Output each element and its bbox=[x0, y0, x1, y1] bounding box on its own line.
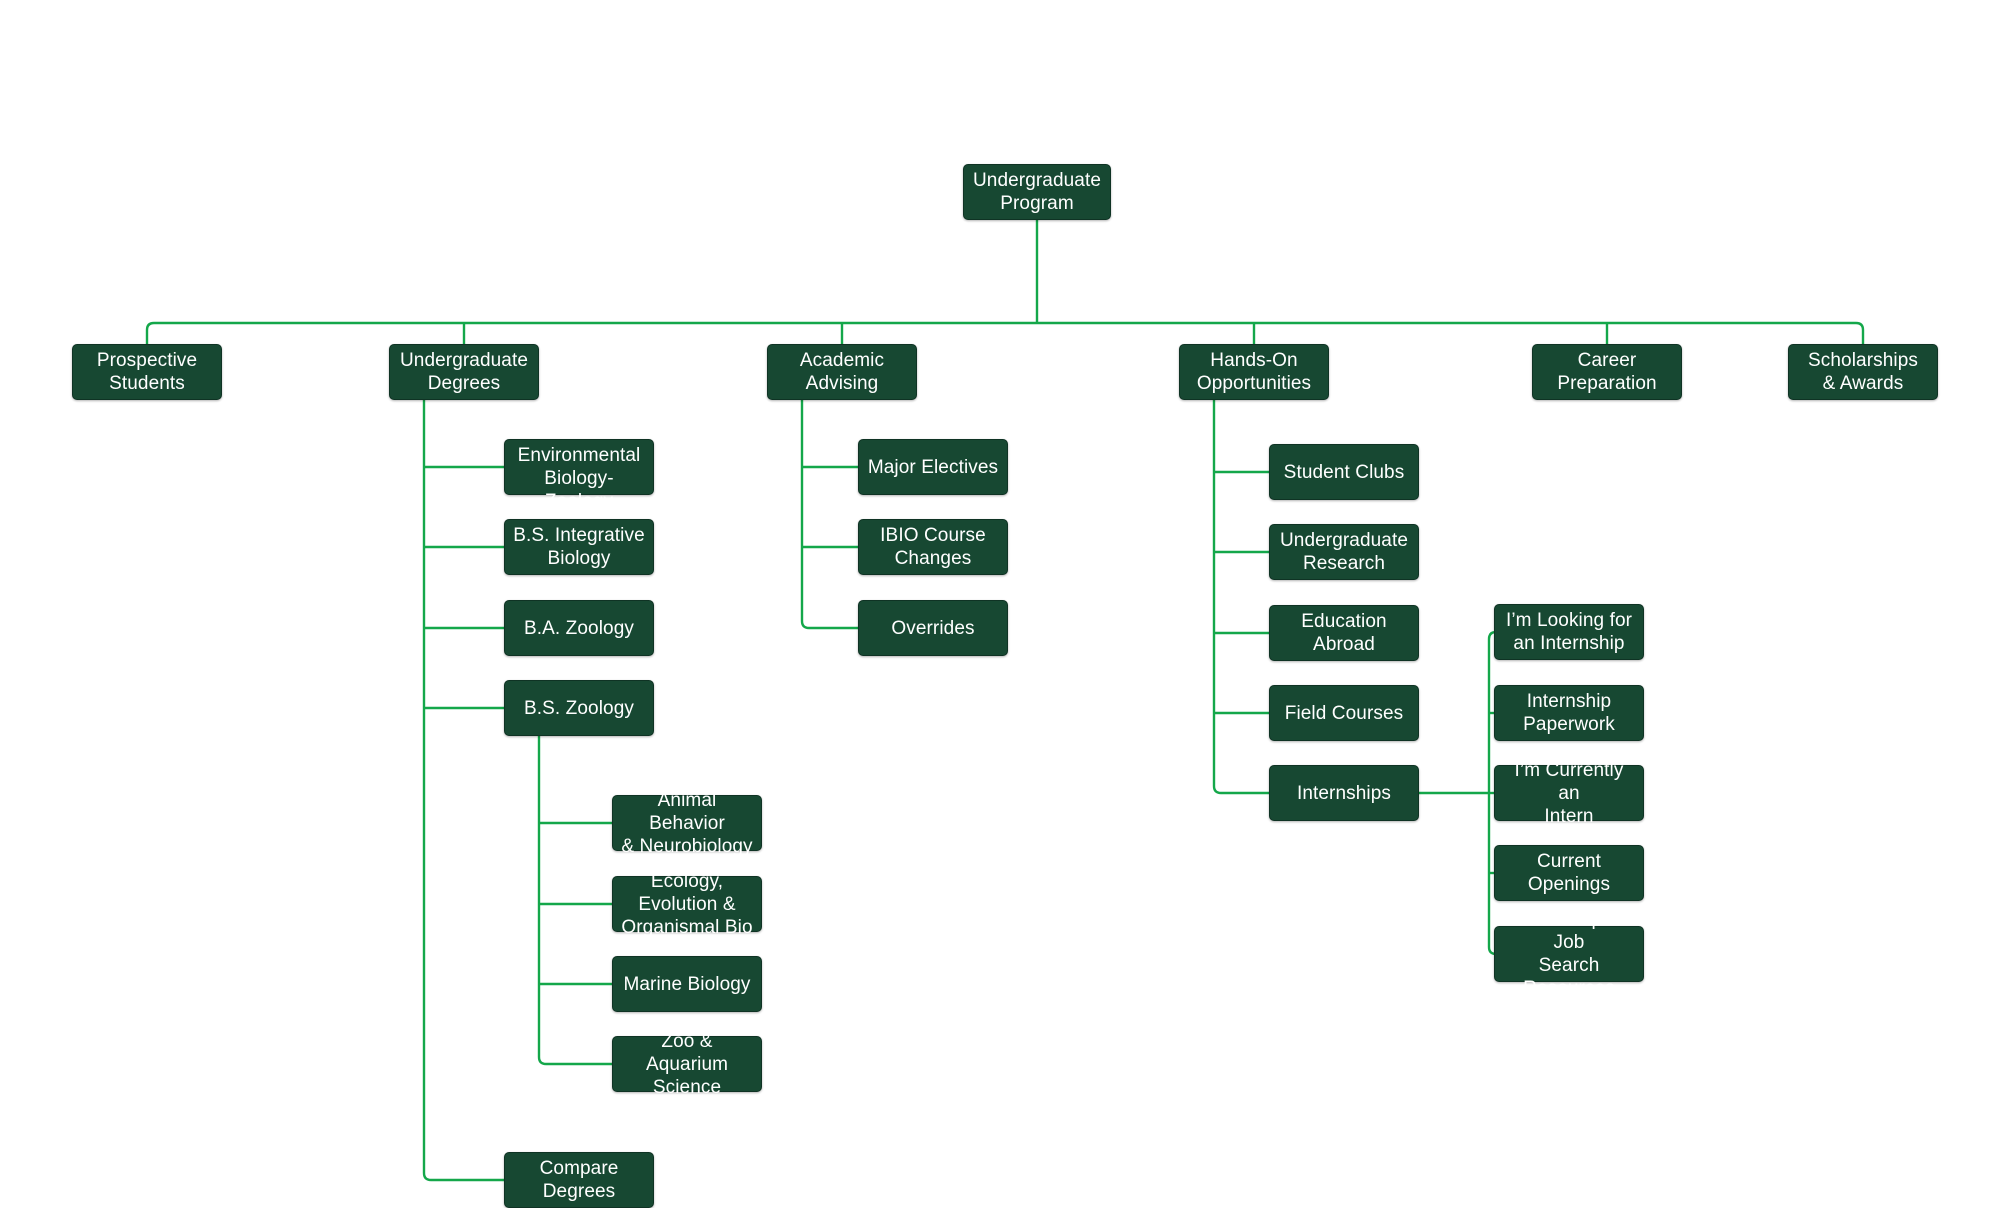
node-label: B.S. Zoology bbox=[524, 697, 634, 719]
node-overrides[interactable]: Overrides bbox=[858, 600, 1008, 656]
node-undergraduate-research[interactable]: Undergraduate Research bbox=[1269, 524, 1419, 580]
node-compare-degrees[interactable]: Compare Degrees bbox=[504, 1152, 654, 1208]
node-label: Zoo & Aquarium Science bbox=[645, 1030, 729, 1098]
node-bs-integrative-biology[interactable]: B.S. Integrative Biology bbox=[504, 519, 654, 575]
node-label: Education Abroad bbox=[1301, 611, 1387, 655]
node-label: Major Electives bbox=[867, 456, 999, 478]
node-label: Undergraduate Degrees bbox=[399, 350, 529, 394]
node-scholarships-awards[interactable]: Scholarships & Awards bbox=[1788, 344, 1938, 400]
node-label: Undergraduate Program bbox=[972, 170, 1102, 214]
node-label: Career Preparation bbox=[1557, 350, 1657, 394]
node-im-looking-for-an-internship[interactable]: I’m Looking for an Internship bbox=[1494, 604, 1644, 660]
sitemap-diagram: Undergraduate Program Prospective Student… bbox=[0, 0, 2000, 1208]
node-label: Ecology, Evolution & Organismal Bio bbox=[621, 870, 753, 938]
node-label: Compare Degrees bbox=[539, 1158, 619, 1202]
connector-academic-advising-to-overrides bbox=[800, 620, 858, 630]
node-label: Hands-On Opportunities bbox=[1196, 350, 1312, 394]
node-education-abroad[interactable]: Education Abroad bbox=[1269, 605, 1419, 661]
node-label: Animal Behavior & Neurobiology bbox=[621, 789, 753, 857]
node-ecology-evolution-organismal-bio[interactable]: Ecology, Evolution & Organismal Bio bbox=[612, 871, 762, 938]
node-ba-zoology[interactable]: B.A. Zoology bbox=[504, 600, 654, 656]
node-label: B.S. Environmental Biology-Zoology bbox=[517, 422, 641, 512]
connector-bs-zoology-to-zoo-aquarium-science bbox=[537, 1056, 612, 1066]
node-label: Scholarships & Awards bbox=[1808, 350, 1918, 394]
node-ibio-course-changes[interactable]: IBIO Course Changes bbox=[858, 519, 1008, 575]
node-internship-paperwork[interactable]: Internship Paperwork bbox=[1494, 685, 1644, 741]
node-hands-on-opportunities[interactable]: Hands-On Opportunities bbox=[1179, 344, 1329, 400]
node-label: Academic Advising bbox=[799, 350, 885, 394]
node-undergraduate-program[interactable]: Undergraduate Program bbox=[963, 164, 1111, 220]
node-label: Marine Biology bbox=[623, 973, 751, 995]
node-label: B.S. Integrative Biology bbox=[513, 525, 645, 569]
node-label: Internships bbox=[1296, 782, 1392, 804]
node-major-electives[interactable]: Major Electives bbox=[858, 439, 1008, 495]
node-field-courses[interactable]: Field Courses bbox=[1269, 685, 1419, 741]
node-label: Internship Paperwork bbox=[1523, 691, 1615, 735]
node-student-clubs[interactable]: Student Clubs bbox=[1269, 444, 1419, 500]
node-label: Prospective Students bbox=[96, 350, 198, 394]
node-bs-environmental-biology-zoology[interactable]: B.S. Environmental Biology-Zoology bbox=[504, 422, 654, 512]
node-career-preparation[interactable]: Career Preparation bbox=[1532, 344, 1682, 400]
node-label: I’m Looking for an Internship bbox=[1505, 610, 1633, 654]
node-academic-advising[interactable]: Academic Advising bbox=[767, 344, 917, 400]
node-bs-zoology[interactable]: B.S. Zoology bbox=[504, 680, 654, 736]
node-label: B.A. Zoology bbox=[524, 617, 634, 639]
node-internship-job-search-resources[interactable]: Internship & Job Search Resources bbox=[1494, 909, 1644, 999]
node-current-openings[interactable]: Current Openings bbox=[1494, 845, 1644, 901]
node-zoo-aquarium-science[interactable]: Zoo & Aquarium Science bbox=[612, 1031, 762, 1098]
connector-hands-on-opportunities-to-internships bbox=[1212, 785, 1269, 795]
connector-undergraduate-degrees-to-compare-degrees bbox=[422, 1172, 504, 1182]
node-im-currently-an-intern[interactable]: I’m Currently an Intern bbox=[1494, 760, 1644, 827]
node-animal-behavior-neurobiology[interactable]: Animal Behavior & Neurobiology bbox=[612, 790, 762, 857]
connector-undergraduate-program-to-scholarships-awards bbox=[1855, 321, 1865, 344]
node-label: Student Clubs bbox=[1283, 461, 1405, 483]
node-label: Undergraduate Research bbox=[1279, 530, 1409, 574]
node-undergraduate-degrees[interactable]: Undergraduate Degrees bbox=[389, 344, 539, 400]
node-label: Current Openings bbox=[1527, 851, 1611, 895]
node-label: Internship & Job Search Resources bbox=[1517, 909, 1621, 999]
node-prospective-students[interactable]: Prospective Students bbox=[72, 344, 222, 400]
node-label: I’m Currently an Intern bbox=[1514, 759, 1624, 827]
node-marine-biology[interactable]: Marine Biology bbox=[612, 956, 762, 1012]
node-internships[interactable]: Internships bbox=[1269, 765, 1419, 821]
node-label: IBIO Course Changes bbox=[880, 525, 986, 569]
node-label: Field Courses bbox=[1284, 702, 1404, 724]
node-label: Overrides bbox=[891, 617, 975, 639]
connector-undergraduate-program-to-prospective-students bbox=[145, 321, 155, 344]
